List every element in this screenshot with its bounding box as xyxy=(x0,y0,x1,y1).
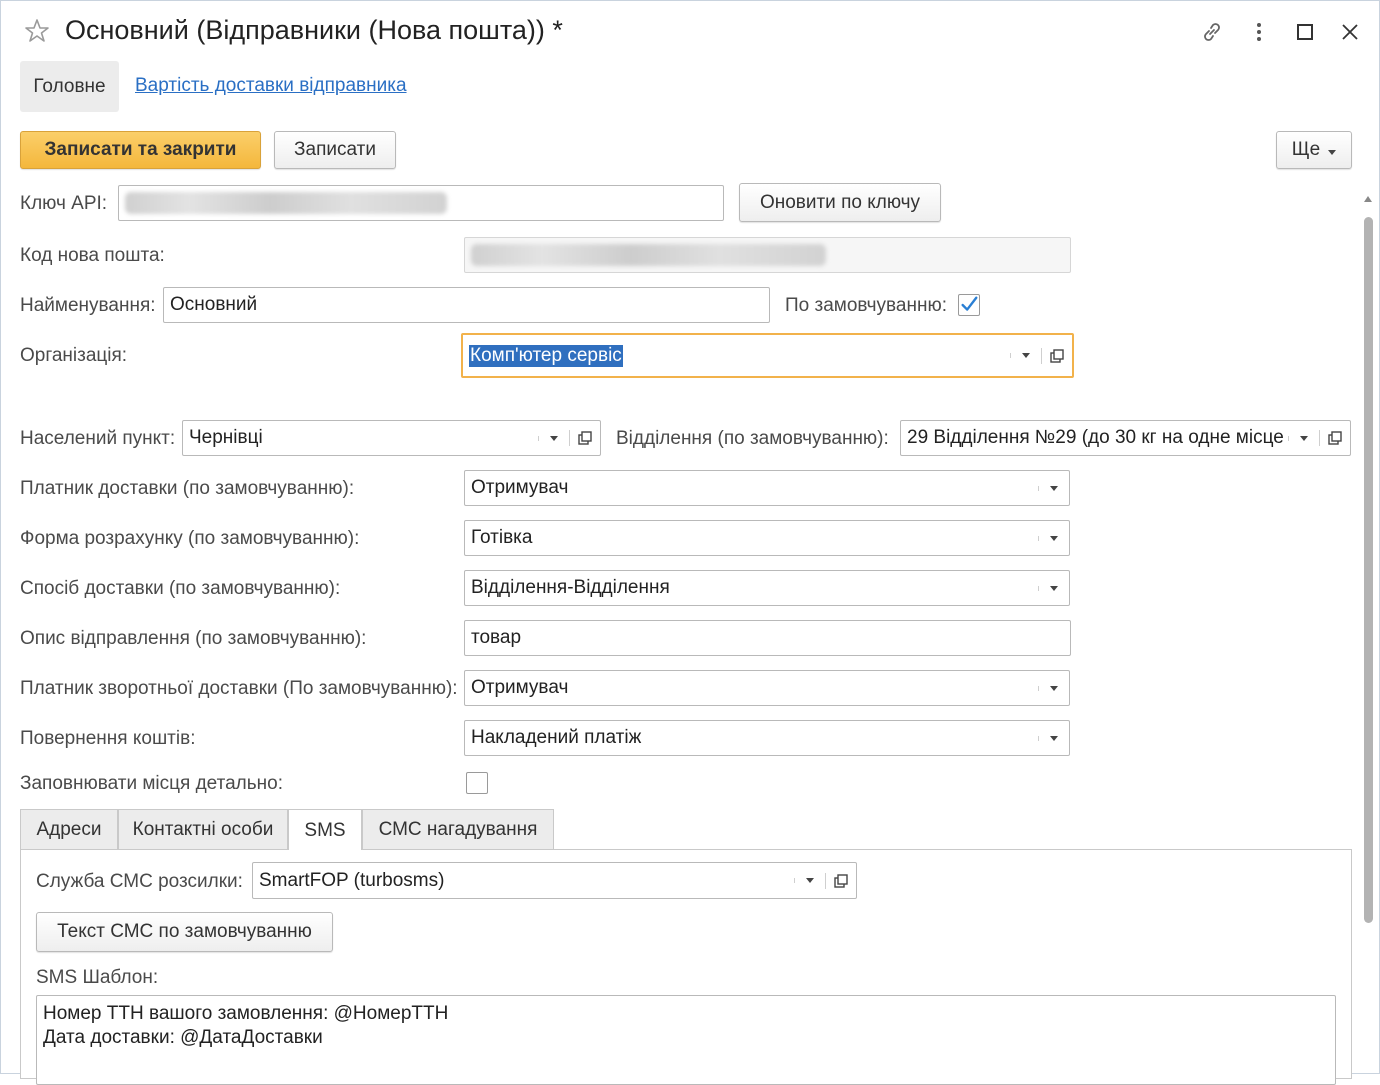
more-menu-icon[interactable] xyxy=(1246,19,1272,45)
payment-form-combobox[interactable]: Готівка xyxy=(464,520,1070,556)
organization-value-wrap: Комп'ютер сервіс xyxy=(463,344,1010,367)
np-code-field xyxy=(464,237,1071,273)
sms-service-open-icon[interactable] xyxy=(825,872,856,889)
favorite-star-icon[interactable] xyxy=(23,17,51,45)
np-code-label: Код нова пошта: xyxy=(20,245,165,266)
return-payer-dropdown-icon[interactable] xyxy=(1038,685,1069,691)
delivery-method-label: Спосіб доставки (по замовчуванню): xyxy=(20,578,341,599)
tab-contacts[interactable]: Контактні особи xyxy=(118,809,288,850)
scroll-up-icon[interactable] xyxy=(1364,196,1372,202)
return-payer-value: Отримувач xyxy=(471,677,569,698)
payer-value: Отримувач xyxy=(471,477,569,498)
delivery-method-dropdown-icon[interactable] xyxy=(1038,585,1069,591)
delivery-method-combobox[interactable]: Відділення-Відділення xyxy=(464,570,1070,606)
link-icon[interactable] xyxy=(1199,19,1225,45)
organization-open-icon[interactable] xyxy=(1041,347,1072,364)
api-key-input[interactable] xyxy=(118,185,724,221)
return-payer-combobox[interactable]: Отримувач xyxy=(464,670,1070,706)
organization-dropdown-icon[interactable] xyxy=(1010,353,1041,358)
close-icon[interactable] xyxy=(1337,19,1363,45)
city-combobox[interactable]: Чернівці xyxy=(182,420,601,456)
return-payer-label: Платник зворотньої доставки (По замовчув… xyxy=(20,678,458,699)
sms-template-line-1: Номер ТТН вашого замовлення: @НомерТТН xyxy=(43,1003,449,1024)
sms-service-dropdown-icon[interactable] xyxy=(794,878,825,883)
default-sms-text-button[interactable]: Текст СМС по замовчуванню xyxy=(36,912,333,952)
name-label: Найменування: xyxy=(20,295,156,316)
city-value: Чернівці xyxy=(189,427,263,448)
tab-sms[interactable]: SMS xyxy=(288,809,362,851)
money-return-value: Накладений платіж xyxy=(471,727,642,748)
sms-service-value: SmartFOP (turbosms) xyxy=(259,869,445,891)
organization-label: Організація: xyxy=(20,345,128,366)
update-by-key-button[interactable]: Оновити по ключу xyxy=(739,183,941,222)
payment-form-value: Готівка xyxy=(471,527,533,548)
payer-dropdown-icon[interactable] xyxy=(1038,485,1069,491)
description-input[interactable]: товар xyxy=(464,620,1071,656)
branch-combobox[interactable]: 29 Відділення №29 (до 30 кг на одне місц… xyxy=(900,420,1351,456)
fill-places-label: Заповнювати місця детально: xyxy=(20,773,283,794)
description-label: Опис відправлення (по замовчуванню): xyxy=(20,628,367,649)
money-return-combobox[interactable]: Накладений платіж xyxy=(464,720,1070,756)
default-label: По замовчуванню: xyxy=(785,295,948,316)
more-actions-button[interactable]: Ще xyxy=(1276,131,1352,169)
sms-template-textarea[interactable]: Номер ТТН вашого замовлення: @НомерТТН Д… xyxy=(36,995,1336,1085)
nav-delivery-cost-link[interactable]: Вартість доставки відправника xyxy=(135,75,407,97)
save-button[interactable]: Записати xyxy=(274,131,396,169)
payment-form-dropdown-icon[interactable] xyxy=(1038,535,1069,541)
payer-combobox[interactable]: Отримувач xyxy=(464,470,1070,506)
more-actions-label: Ще xyxy=(1291,139,1321,160)
sms-template-label: SMS Шаблон: xyxy=(36,967,159,988)
city-label: Населений пункт: xyxy=(20,428,176,449)
branch-open-icon[interactable] xyxy=(1319,430,1350,446)
scrollbar-thumb[interactable] xyxy=(1364,217,1373,923)
sms-service-label: Служба СМС розсилки: xyxy=(36,871,243,892)
money-return-dropdown-icon[interactable] xyxy=(1038,735,1069,741)
save-and-close-button[interactable]: Записати та закрити xyxy=(20,131,261,169)
api-key-label: Ключ API: xyxy=(20,193,108,214)
money-return-label: Повернення коштів: xyxy=(20,728,196,749)
payer-label: Платник доставки (по замовчуванню): xyxy=(20,478,355,499)
tab-addresses[interactable]: Адреси xyxy=(20,809,118,850)
organization-combobox[interactable]: Комп'ютер сервіс xyxy=(461,333,1074,378)
window-title: Основний (Відправники (Нова пошта)) * xyxy=(65,15,563,45)
sms-service-combobox[interactable]: SmartFOP (turbosms) xyxy=(252,862,857,899)
active-tab-joiner xyxy=(289,848,361,851)
default-checkbox[interactable] xyxy=(958,294,980,316)
payment-form-label: Форма розрахунку (по замовчуванню): xyxy=(20,528,360,549)
api-key-redacted xyxy=(125,192,447,214)
tab-sms-reminder[interactable]: СМС нагадування xyxy=(362,809,554,850)
branch-dropdown-icon[interactable] xyxy=(1288,435,1319,441)
organization-value: Комп'ютер сервіс xyxy=(469,344,623,367)
city-dropdown-icon[interactable] xyxy=(538,435,569,441)
chevron-down-icon xyxy=(1328,139,1337,161)
branch-value: 29 Відділення №29 (до 30 кг на одне місц… xyxy=(907,427,1284,448)
sms-template-line-2: Дата доставки: @ДатаДоставки xyxy=(43,1027,323,1048)
np-code-redacted xyxy=(471,244,826,266)
delivery-method-value: Відділення-Відділення xyxy=(471,577,670,598)
checkmark-icon xyxy=(961,296,978,311)
maximize-icon[interactable] xyxy=(1292,19,1318,45)
fill-places-checkbox[interactable] xyxy=(466,772,488,794)
form-window: Основний (Відправники (Нова пошта)) * Го… xyxy=(0,0,1380,1085)
branch-label: Відділення (по замовчуванню): xyxy=(616,428,889,449)
name-input[interactable]: Основний xyxy=(163,287,770,323)
city-open-icon[interactable] xyxy=(569,430,600,446)
nav-main[interactable]: Головне xyxy=(20,61,119,112)
